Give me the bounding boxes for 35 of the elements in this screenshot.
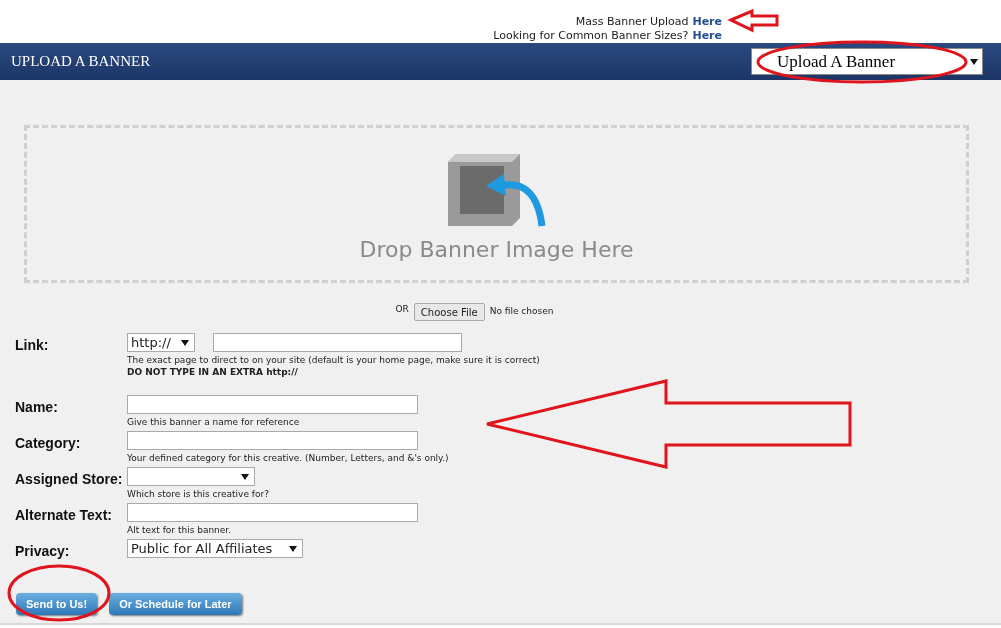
page-select[interactable]: Upload A Banner [751,48,983,75]
help-text: DO NOT TYPE IN AN EXTRA http:// [127,366,299,378]
field-label: Category: [15,435,81,451]
field-label: Alternate Text: [15,507,112,523]
link-prompt: Looking for Common Banner Sizes? [493,29,689,43]
caret-icon [181,339,189,346]
caret-icon [241,473,249,480]
help-text: Give this banner a name for reference [127,416,301,428]
help-text: Which store is this creative for? [127,488,269,500]
link-prompt: Mass Banner Upload [575,15,689,29]
here-link[interactable]: Here [692,15,722,29]
field-label: Name: [15,399,58,415]
choose-file-button[interactable]: Choose File [413,303,485,321]
help-text: Alt text for this banner. [127,524,233,536]
annotation-arrow [727,8,779,33]
page-title: UPLOAD A BANNER [11,52,151,72]
protocol-select[interactable]: http:// [127,333,195,352]
field-label: Assigned Store: [15,471,123,487]
input-field[interactable] [127,395,418,414]
dropdown-select[interactable] [127,467,255,486]
input-field[interactable] [127,431,418,450]
input-field[interactable] [213,333,462,352]
field-label: Privacy: [15,543,70,559]
cube-arrow-icon [447,154,546,227]
caret-icon [970,58,978,65]
dropdown-select[interactable]: Public for All Affiliates [127,539,303,558]
input-field[interactable] [127,503,418,522]
help-text: Your defined category for this creative. (Number, Letters, and &'s only.) [127,452,449,464]
file-status: No file chosen [489,305,554,319]
drop-zone-text: Drop Banner Image Here [359,236,634,264]
or-label: OR [395,303,409,317]
caret-icon [289,545,297,552]
field-label: Link: [15,337,49,353]
help-text: The exact page to direct to on your site (default is your home page, make sure it is correct) [127,354,540,366]
here-link[interactable]: Here [692,29,722,43]
